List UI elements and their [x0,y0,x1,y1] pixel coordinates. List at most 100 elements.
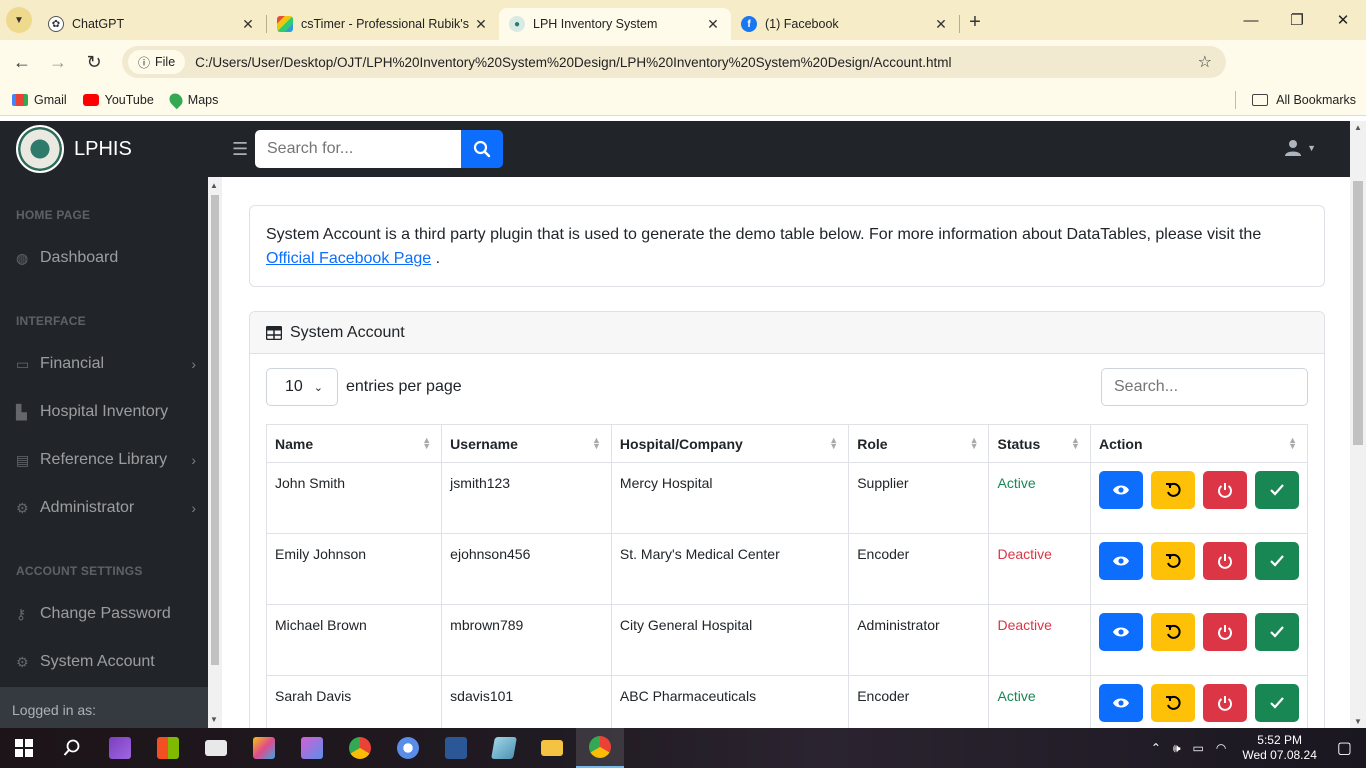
column-header-name[interactable]: Name ▲ ▼ [265,424,443,463]
reload-icon[interactable]: ↻ [76,52,112,73]
sidebar-item-label: Dashboard [40,249,119,266]
cell-role: Administrator [848,604,990,676]
microsoft-store-icon[interactable] [144,728,192,768]
all-bookmarks-button[interactable]: All Bookmarks [1252,93,1356,107]
bookmark-gmail[interactable]: Gmail [12,93,67,107]
sidebar-item-administrator[interactable]: ⚙ Administrator › [16,499,196,517]
new-tab-button[interactable]: + [960,11,990,34]
file-explorer-icon[interactable] [528,728,576,768]
forward-arrow-icon[interactable]: → [40,52,76,73]
view-button[interactable] [1098,613,1143,651]
sidebar-item-change-password[interactable]: ⚷ Change Password [16,605,196,623]
reset-button[interactable] [1150,542,1195,580]
browser-tab-lph-inventory[interactable]: ● LPH Inventory System ✕ [499,8,731,40]
activate-button[interactable] [1254,542,1299,580]
browser-tab-cstimer[interactable]: csTimer - Professional Rubik's C ✕ [267,8,499,40]
column-header-username[interactable]: Username ▲ ▼ [441,424,612,463]
back-arrow-icon[interactable]: ← [4,52,40,73]
scroll-down-arrow-icon[interactable]: ▼ [210,715,218,724]
chrome-active-icon[interactable] [576,728,624,768]
navbar-search-button[interactable] [461,130,503,168]
url-text: C:/Users/User/Desktop/OJT/LPH%20Inventor… [195,54,952,70]
activate-button[interactable] [1254,471,1299,509]
column-header-role[interactable]: Role ▲ ▼ [848,424,990,463]
reset-button[interactable] [1150,613,1195,651]
bookmark-maps[interactable]: Maps [166,90,218,109]
game-app-icon[interactable] [288,728,336,768]
battery-icon[interactable]: ▭ [1193,741,1204,755]
youtube-icon [82,93,99,106]
close-tab-icon[interactable]: ✕ [240,16,256,33]
visual-studio-icon[interactable] [96,728,144,768]
chevron-down-icon: ⌄ [313,381,323,394]
taskbar-search-icon[interactable] [48,728,96,768]
volume-icon[interactable]: 🕪 [1173,741,1181,756]
windows-start-icon[interactable] [0,728,48,768]
activate-button[interactable] [1254,684,1299,722]
view-button[interactable] [1098,684,1143,722]
column-header-company[interactable]: Hospital/Company ▲ ▼ [610,424,850,463]
scrollbar-thumb[interactable] [211,195,219,665]
bookmark-star-icon[interactable]: ☆ [1198,52,1212,72]
chromium-icon[interactable] [384,728,432,768]
sidebar-item-reference-library[interactable]: ▤ Reference Library › [16,451,196,469]
taskbar-clock[interactable]: 5:52 PM Wed 07.08.24 [1242,733,1317,763]
browser-tab-chatgpt[interactable]: ✿ ChatGPT ✕ [38,8,266,40]
bookmark-youtube[interactable]: YouTube [82,93,154,107]
table-search-input[interactable] [1101,368,1308,406]
column-header-action[interactable]: Action ▲ ▼ [1089,424,1309,463]
tray-chevron-up-icon[interactable]: ⌃ [1151,741,1161,755]
sidebar-item-system-account[interactable]: ⚙ System Account [16,653,196,671]
close-window-icon[interactable]: ✕ [1320,0,1366,40]
reset-button[interactable] [1150,471,1195,509]
cell-status: Deactive [988,533,1091,605]
address-bar[interactable]: ⓘ File C:/Users/User/Desktop/OJT/LPH%20I… [122,46,1226,78]
cell-role: Supplier [848,462,990,534]
view-button[interactable] [1098,542,1143,580]
tab-search-menu-button[interactable]: ▼ [6,7,32,33]
scroll-up-arrow-icon[interactable]: ▲ [210,181,218,190]
page-scrollbar[interactable]: ▲ ▼ [1350,121,1366,728]
deactivate-button[interactable] [1202,542,1247,580]
deactivate-button[interactable] [1202,613,1247,651]
sidebar-item-financial[interactable]: ▭ Financial › [16,355,196,373]
check-icon [1270,697,1284,709]
user-dropdown-toggle[interactable]: ▼ [1284,139,1316,157]
notes-app-icon[interactable] [480,728,528,768]
scroll-up-arrow-icon[interactable]: ▲ [1354,123,1362,132]
mail-icon[interactable] [192,728,240,768]
column-header-status[interactable]: Status ▲ ▼ [988,424,1091,463]
official-facebook-page-link[interactable]: Official Facebook Page [266,250,431,267]
reset-button[interactable] [1150,684,1195,722]
sidebar-toggle-hamburger-icon[interactable]: ☰ [232,139,248,160]
activate-button[interactable] [1254,613,1299,651]
building-icon: ▙ [16,403,27,420]
main-content: System Account is a third party plugin t… [222,177,1350,728]
close-tab-icon[interactable]: ✕ [473,16,489,33]
wifi-icon[interactable]: ◠ [1216,741,1226,755]
notifications-icon[interactable]: ▢ [1337,738,1352,758]
sidebar-scrollbar[interactable]: ▲ ▼ [208,177,222,728]
cell-actions [1089,675,1309,728]
sidebar-item-dashboard[interactable]: ◍ Dashboard [16,249,196,267]
site-info-chip[interactable]: ⓘ File [128,50,186,74]
photo-app-icon[interactable] [240,728,288,768]
scroll-down-arrow-icon[interactable]: ▼ [1354,717,1362,726]
minimize-icon[interactable]: — [1228,0,1274,40]
navbar-search-input[interactable] [255,130,461,168]
entries-per-page-select[interactable]: 10 ⌄ [266,368,338,406]
close-tab-icon[interactable]: ✕ [705,16,721,33]
deactivate-button[interactable] [1202,471,1247,509]
deactivate-button[interactable] [1202,684,1247,722]
undo-icon [1165,624,1181,639]
word-icon[interactable] [432,728,480,768]
browser-tab-facebook[interactable]: f (1) Facebook ✕ [731,8,959,40]
view-button[interactable] [1098,471,1143,509]
scrollbar-thumb[interactable] [1353,181,1363,445]
restore-icon[interactable]: ❐ [1274,0,1320,40]
chrome-icon[interactable] [336,728,384,768]
navbar-brand[interactable]: LPHIS [16,125,132,173]
close-tab-icon[interactable]: ✕ [933,16,949,33]
power-icon [1217,625,1232,640]
sidebar-item-hospital-inventory[interactable]: ▙ Hospital Inventory [16,403,196,421]
